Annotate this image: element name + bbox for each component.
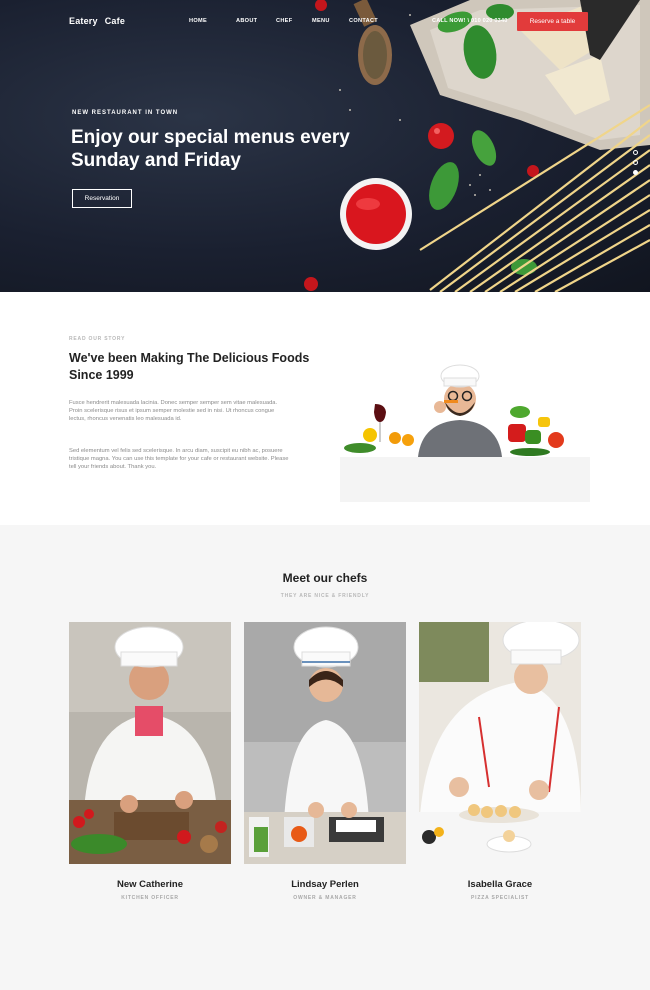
brand-logo[interactable]: Eatery Cafe bbox=[69, 16, 132, 26]
chef-role-2: OWNER & MANAGER bbox=[293, 895, 357, 901]
chef-photo-1 bbox=[69, 622, 231, 864]
story-paragraph-2: Sed elementum vel felis sed scelerisque.… bbox=[69, 448, 289, 471]
reserve-table-button[interactable]: Reserve a table bbox=[517, 12, 588, 31]
nav-item-about[interactable]: ABOUT bbox=[236, 18, 276, 24]
nav-item-menu[interactable]: MENU bbox=[312, 18, 349, 24]
main-menu: HOME ABOUT CHEF MENU CONTACT bbox=[189, 18, 378, 24]
chefs-subtitle: THEY ARE NICE & FRIENDLY bbox=[280, 593, 370, 599]
chef-name-2: Lindsay Perlen bbox=[291, 879, 359, 890]
hero-title: Enjoy our special menus every Sunday and… bbox=[71, 127, 350, 171]
nav-item-chef[interactable]: CHEF bbox=[276, 18, 312, 24]
chef-card-2[interactable]: Lindsay Perlen OWNER & MANAGER bbox=[244, 622, 406, 901]
chef-role-1: KITCHEN OFFICER bbox=[121, 895, 179, 901]
chef-card-1[interactable]: New Catherine KITCHEN OFFICER bbox=[69, 622, 231, 901]
slider-dot-3[interactable] bbox=[633, 170, 638, 175]
chef-name-1: New Catherine bbox=[117, 879, 183, 890]
story-kicker: READ OUR STORY bbox=[69, 336, 126, 342]
chef-photo-3 bbox=[419, 622, 581, 864]
hero-banner: Eatery Cafe HOME ABOUT CHEF MENU CONTACT … bbox=[0, 0, 650, 292]
slider-dots bbox=[633, 150, 639, 180]
reservation-button[interactable]: Reservation bbox=[72, 189, 132, 208]
top-navigation: Eatery Cafe HOME ABOUT CHEF MENU CONTACT … bbox=[0, 12, 650, 32]
brand-word-1: Eatery bbox=[69, 16, 98, 26]
story-title: We've been Making The Delicious Foods Si… bbox=[69, 351, 310, 382]
chef-with-vegetables-image bbox=[340, 364, 590, 502]
brand-word-2: Cafe bbox=[104, 16, 126, 26]
call-now-text: CALL NOW! \ 010 020 0340 bbox=[432, 18, 508, 24]
hero-kicker: NEW RESTAURANT IN TOWN bbox=[72, 110, 179, 116]
nav-item-contact[interactable]: CONTACT bbox=[349, 18, 378, 24]
story-section: READ OUR STORY We've been Making The Del… bbox=[0, 292, 650, 525]
slider-dot-2[interactable] bbox=[633, 160, 638, 165]
chef-card-3[interactable]: Isabella Grace PIZZA SPECIALIST bbox=[419, 622, 581, 901]
chef-role-3: PIZZA SPECIALIST bbox=[471, 895, 529, 901]
chefs-title: Meet our chefs bbox=[282, 571, 368, 585]
nav-item-home[interactable]: HOME bbox=[189, 18, 236, 24]
chef-name-3: Isabella Grace bbox=[467, 879, 533, 890]
story-paragraph-1: Fusce hendrerit malesuada lacinia. Donec… bbox=[69, 400, 278, 423]
chefs-section: Meet our chefs THEY ARE NICE & FRIENDLY bbox=[0, 525, 650, 990]
chef-photo-2 bbox=[244, 622, 406, 864]
slider-dot-1[interactable] bbox=[633, 150, 638, 155]
